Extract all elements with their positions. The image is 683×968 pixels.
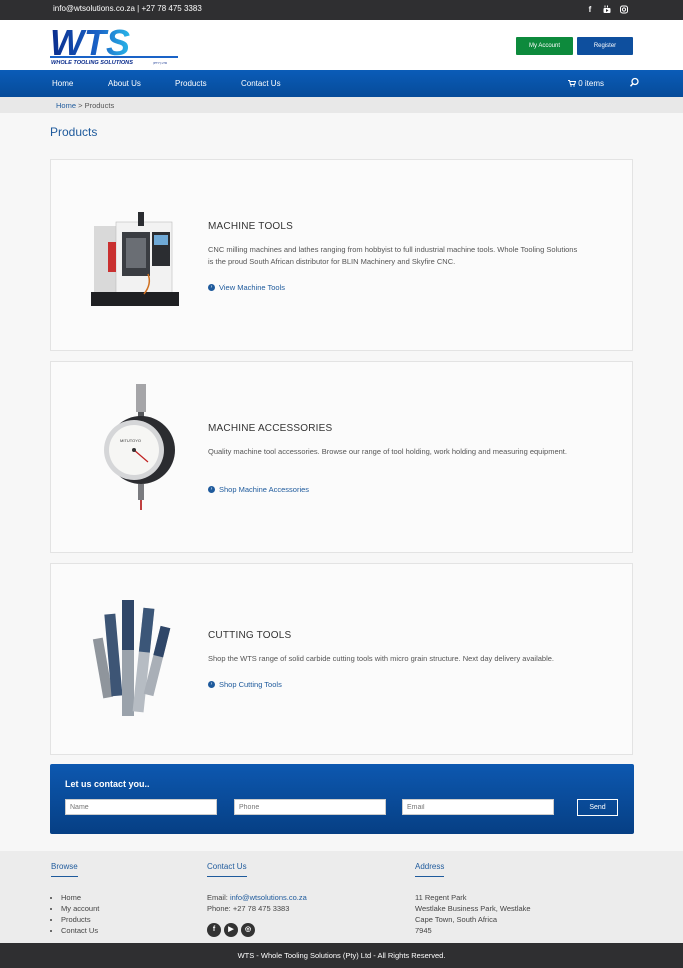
cnc-machine-icon[interactable] [86, 182, 186, 322]
product-card-cutting-tools: CUTTING TOOLS Shop the WTS range of soli… [50, 563, 633, 755]
facebook-icon[interactable]: f [207, 923, 221, 937]
svg-text:MITUTOYO: MITUTOYO [120, 438, 141, 443]
footer-contact: Contact Us Email: info@wtsolutions.co.za… [207, 862, 307, 937]
footer-email[interactable]: info@wtsolutions.co.za [230, 893, 307, 902]
footer: Browse Home My account Products Contact … [0, 851, 683, 943]
footer-link-contact-us[interactable]: Contact Us [61, 925, 99, 936]
wts-logo[interactable]: WTS WHOLE TOOLING SOLUTIONS (PTY) LTD [50, 22, 180, 67]
product-description: Shop the WTS range of solid carbide cutt… [208, 654, 554, 663]
phone-field[interactable] [234, 799, 386, 815]
svg-text:WHOLE TOOLING SOLUTIONS: WHOLE TOOLING SOLUTIONS [51, 60, 133, 66]
top-contact: info@wtsolutions.co.za | +27 78 475 3383 [53, 4, 202, 13]
my-account-button[interactable]: My Account [516, 37, 573, 55]
youtube-icon[interactable]: ▶ [224, 923, 238, 937]
product-title: MACHINE TOOLS [208, 221, 294, 232]
address-line: Westlake Business Park, Westlake [415, 904, 531, 913]
shop-cutting-tools-link[interactable]: › Shop Cutting Tools [208, 680, 282, 689]
nav-products[interactable]: Products [175, 79, 207, 88]
footer-address: Address 11 Regent Park Westlake Business… [415, 862, 531, 936]
product-card-machine-tools: MACHINE TOOLS CNC milling machines and l… [50, 159, 633, 351]
arrow-circle-icon: › [208, 681, 215, 688]
main-nav: Home About Us Products Contact Us 0 item… [0, 70, 683, 97]
footer-link-my-account[interactable]: My account [61, 903, 99, 914]
contact-form: Let us contact you.. Send [50, 764, 634, 834]
product-title: MACHINE ACCESSORIES [208, 423, 333, 434]
end-mill-icon[interactable] [86, 586, 186, 726]
product-title: CUTTING TOOLS [208, 630, 292, 641]
footer-phone: +27 78 475 3383 [232, 904, 290, 913]
nav-home[interactable]: Home [52, 79, 73, 88]
footer-heading: Browse [51, 862, 78, 877]
email-field[interactable] [402, 799, 554, 815]
top-phone[interactable]: +27 78 475 3383 [141, 4, 201, 13]
footer-socials: f ▶ ◎ [207, 923, 307, 937]
contact-form-heading: Let us contact you.. [65, 779, 150, 789]
product-description: Quality machine tool accessories. Browse… [208, 447, 567, 456]
view-machine-tools-link[interactable]: › View Machine Tools [208, 283, 285, 292]
youtube-icon[interactable] [603, 5, 611, 14]
page-title: Products [50, 125, 98, 139]
footer-link-products[interactable]: Products [61, 914, 99, 925]
footer-link-home[interactable]: Home [61, 892, 99, 903]
register-button[interactable]: Register [577, 37, 633, 55]
top-socials: f [586, 5, 628, 14]
facebook-icon[interactable]: f [586, 5, 594, 14]
header: WTS WHOLE TOOLING SOLUTIONS (PTY) LTD My… [0, 20, 683, 70]
breadcrumb: Home > Products [0, 97, 683, 113]
nav-contact-us[interactable]: Contact Us [241, 79, 281, 88]
footer-heading: Address [415, 862, 445, 877]
arrow-circle-icon: › [208, 486, 215, 493]
top-bar: info@wtsolutions.co.za | +27 78 475 3383… [0, 0, 683, 20]
address-line: 7945 [415, 926, 432, 935]
breadcrumb-home[interactable]: Home [56, 101, 76, 110]
instagram-icon[interactable] [620, 5, 628, 14]
footer-browse: Browse Home My account Products Contact … [51, 862, 99, 936]
name-field[interactable] [65, 799, 217, 815]
send-button[interactable]: Send [577, 799, 618, 816]
footer-heading: Contact Us [207, 862, 247, 877]
cart-link[interactable]: 0 items [568, 79, 604, 88]
product-card-machine-accessories: MITUTOYO MACHINE ACCESSORIES Quality mac… [50, 361, 633, 553]
svg-text:(PTY) LTD: (PTY) LTD [153, 61, 168, 65]
product-description: CNC milling machines and lathes ranging … [208, 245, 578, 266]
cart-count: 0 items [578, 79, 605, 88]
address-line: 11 Regent Park [415, 893, 467, 902]
address-line: Cape Town, South Africa [415, 915, 497, 924]
breadcrumb-current: Products [84, 101, 115, 110]
cart-icon [568, 80, 577, 87]
shop-machine-accessories-link[interactable]: › Shop Machine Accessories [208, 485, 309, 494]
top-email[interactable]: info@wtsolutions.co.za [53, 4, 135, 13]
instagram-icon[interactable]: ◎ [241, 923, 255, 937]
copyright: WTS - Whole Tooling Solutions (Pty) Ltd … [0, 943, 683, 968]
search-icon[interactable] [629, 77, 640, 88]
arrow-circle-icon: › [208, 284, 215, 291]
nav-about-us[interactable]: About Us [108, 79, 141, 88]
dial-gauge-icon[interactable]: MITUTOYO [86, 384, 186, 524]
